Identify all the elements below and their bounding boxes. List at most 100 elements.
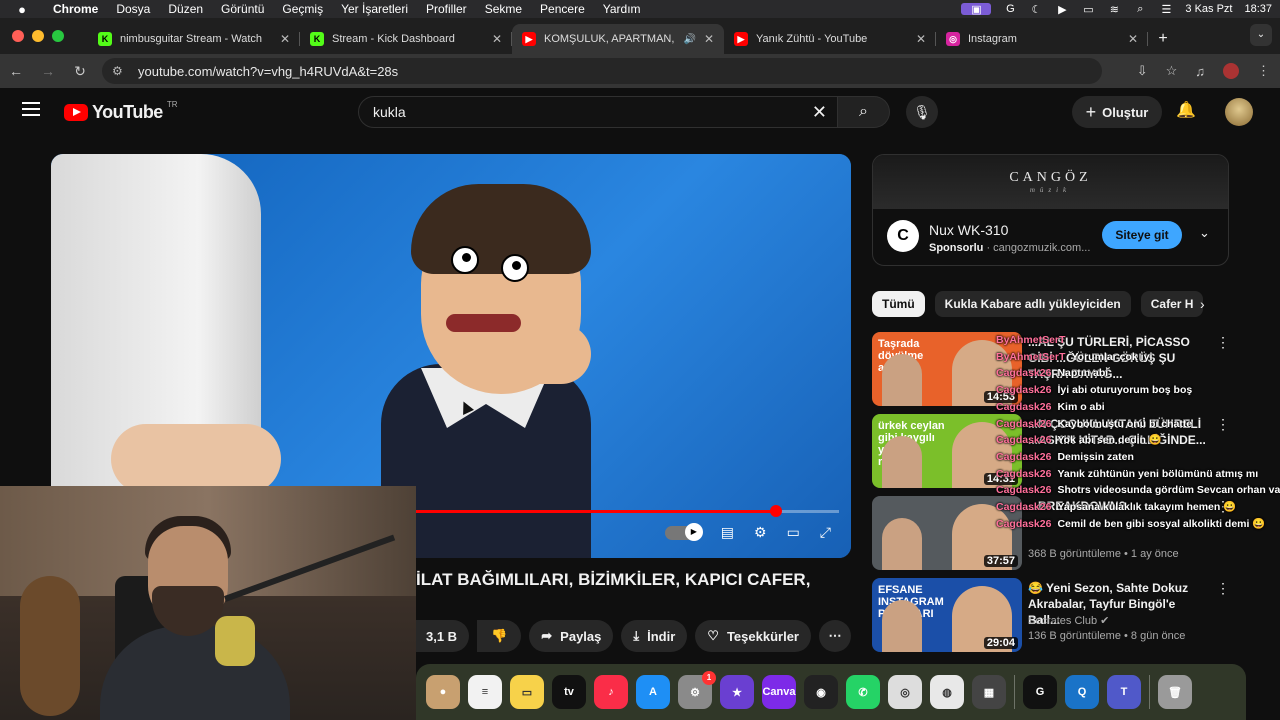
tab-3[interactable]: ▶ Yanık Zühtü - YouTube ✕: [724, 24, 936, 54]
settings-gear-icon[interactable]: ⚙: [754, 524, 767, 541]
zoom-window-button[interactable]: [52, 30, 64, 42]
battery-icon[interactable]: ▭: [1081, 3, 1095, 16]
close-tab-icon[interactable]: ✕: [704, 32, 714, 46]
voice-search-mic-icon[interactable]: 🎙: [906, 96, 938, 128]
close-tab-icon[interactable]: ✕: [1128, 32, 1138, 46]
new-tab-button[interactable]: +: [1148, 24, 1178, 54]
reload-icon[interactable]: ↻: [64, 63, 96, 80]
tab-search-chevron-icon[interactable]: ⌄: [1250, 24, 1272, 46]
control-center-icon[interactable]: ☰: [1159, 3, 1173, 16]
media-control-icon[interactable]: ♫: [1195, 64, 1205, 79]
spotlight-search-icon[interactable]: ⌕: [1133, 3, 1147, 15]
create-button[interactable]: + Oluştur: [1072, 96, 1162, 128]
video-thumbnail[interactable]: EFSANE INSTAGRAM POSTLARI 29:04: [872, 578, 1022, 652]
chip-cafer[interactable]: Cafer H: [1140, 291, 1204, 317]
teams-app-icon[interactable]: T: [1107, 675, 1141, 709]
recommended-video[interactable]: EFSANE INSTAGRAM POSTLARI 29:04 😂 Yeni S…: [872, 578, 1232, 652]
forward-arrow-icon[interactable]: →: [32, 63, 64, 79]
subtitles-icon[interactable]: ▤: [721, 524, 734, 541]
contacts-app-icon[interactable]: ●: [426, 675, 460, 709]
imovie-app-icon[interactable]: ★: [720, 675, 754, 709]
screen-recording-icon[interactable]: ▣: [961, 3, 992, 16]
menubar-date[interactable]: 3 Kas Pzt: [1185, 3, 1232, 15]
video-scrubber-handle[interactable]: [769, 505, 782, 517]
reminders-app-icon[interactable]: ≡: [468, 675, 502, 709]
close-tab-icon[interactable]: ✕: [492, 32, 502, 46]
minimize-window-button[interactable]: [32, 30, 44, 42]
chrome-menu-icon[interactable]: ⋮: [1257, 63, 1270, 79]
download-button[interactable]: ⤓ İndir: [621, 620, 688, 652]
address-bar[interactable]: ⚙ youtube.com/watch?v=vhg_h4RUVdA&t=28s: [102, 58, 1102, 84]
like-button[interactable]: 3,1 B: [416, 620, 470, 652]
diskutility-app-icon[interactable]: ◎: [888, 675, 922, 709]
menu-item-bookmarks[interactable]: Yer İşaretleri: [332, 2, 417, 16]
bookmark-star-icon[interactable]: ☆: [1166, 63, 1178, 79]
search-input[interactable]: kukla ✕: [358, 96, 838, 128]
canva-app-icon[interactable]: Canva: [762, 675, 796, 709]
moon-icon[interactable]: ☾: [1029, 3, 1043, 16]
menu-item-help[interactable]: Yardım: [594, 2, 650, 16]
search-query: kukla: [373, 104, 406, 120]
install-app-icon[interactable]: ⇩: [1137, 63, 1148, 79]
hamburger-menu-icon[interactable]: [22, 102, 40, 116]
thanks-button[interactable]: ♡ Teşekkürler: [695, 620, 811, 652]
quicktime-app-icon[interactable]: Q: [1065, 675, 1099, 709]
wifi-icon[interactable]: ≋: [1107, 3, 1121, 16]
notes-app-icon[interactable]: ▭: [510, 675, 544, 709]
menu-item-edit[interactable]: Düzen: [159, 2, 212, 16]
tab-0[interactable]: K nimbusguitar Stream - Watch ✕: [88, 24, 300, 54]
chat-text: Demişsin zaten: [1057, 450, 1134, 463]
capcut-tray-icon[interactable]: G: [1003, 3, 1017, 15]
menubar-time[interactable]: 18:37: [1244, 3, 1272, 15]
music-app-icon[interactable]: ♪: [594, 675, 628, 709]
youtube-logo[interactable]: YouTube TR: [64, 100, 178, 123]
channel-name[interactable]: Socrates Club ✔: [1028, 614, 1109, 627]
close-window-button[interactable]: [12, 30, 24, 42]
profile-avatar-icon[interactable]: [1223, 63, 1239, 79]
more-options-icon[interactable]: ⋮: [1216, 580, 1230, 597]
appstore-app-icon[interactable]: A: [636, 675, 670, 709]
chip-uploader[interactable]: Kukla Kabare adlı yükleyiciden: [934, 291, 1131, 317]
visit-site-button[interactable]: Siteye git: [1102, 221, 1182, 249]
close-tab-icon[interactable]: ✕: [280, 32, 290, 46]
video-hands: [111, 424, 281, 494]
chevron-right-icon[interactable]: ›: [1200, 296, 1205, 312]
appletv-app-icon[interactable]: tv: [552, 675, 586, 709]
menu-item-history[interactable]: Geçmiş: [273, 2, 332, 16]
sponsored-ad[interactable]: CANGÖZ müzik C Nux WK-310 Sponsorlu · ca…: [872, 154, 1229, 266]
autoplay-toggle[interactable]: [664, 522, 703, 541]
account-avatar[interactable]: [1225, 98, 1253, 126]
obs-app-icon[interactable]: ◉: [804, 675, 838, 709]
chrome-app-icon[interactable]: ◍: [930, 675, 964, 709]
menu-item-file[interactable]: Dosya: [107, 2, 159, 16]
close-tab-icon[interactable]: ✕: [916, 32, 926, 46]
trash-app-icon[interactable]: 🗑: [1158, 675, 1192, 709]
apple-menu-icon[interactable]: ●: [0, 2, 44, 17]
clear-search-icon[interactable]: ✕: [812, 102, 827, 123]
tab-4[interactable]: ◎ Instagram ✕: [936, 24, 1148, 54]
fullscreen-icon[interactable]: ⤢: [820, 524, 831, 541]
menu-app-name[interactable]: Chrome: [44, 2, 107, 16]
share-button[interactable]: ➦ Paylaş: [529, 620, 614, 652]
site-info-icon[interactable]: ⚙: [112, 64, 128, 78]
capcut-app-icon[interactable]: G: [1023, 675, 1057, 709]
whatsapp-app-icon[interactable]: ✆: [846, 675, 880, 709]
chevron-down-icon[interactable]: ⌄: [1199, 225, 1210, 241]
menu-item-window[interactable]: Pencere: [531, 2, 594, 16]
speaker-icon[interactable]: 🔊: [683, 34, 695, 45]
notifications-bell-icon[interactable]: 🔔: [1176, 100, 1196, 120]
search-button[interactable]: ⌕: [838, 96, 890, 128]
menu-item-profiles[interactable]: Profiller: [417, 2, 476, 16]
menu-item-tab[interactable]: Sekme: [476, 2, 531, 16]
chip-all[interactable]: Tümü: [872, 291, 925, 317]
menu-item-view[interactable]: Görüntü: [212, 2, 273, 16]
theater-mode-icon[interactable]: ▭: [787, 524, 800, 541]
calculator-app-icon[interactable]: ▦: [972, 675, 1006, 709]
dislike-button[interactable]: 👎: [477, 620, 522, 652]
tab-2[interactable]: ▶ KOMŞULUK, APARTMAN, 🔊 ✕: [512, 24, 724, 54]
back-arrow-icon[interactable]: ←: [0, 63, 32, 79]
settings-app-icon[interactable]: ⚙ 1: [678, 671, 716, 709]
more-actions-button[interactable]: ⋯: [818, 620, 851, 652]
tab-1[interactable]: K Stream - Kick Dashboard ✕: [300, 24, 512, 54]
play-circle-icon[interactable]: ▶: [1055, 3, 1069, 16]
